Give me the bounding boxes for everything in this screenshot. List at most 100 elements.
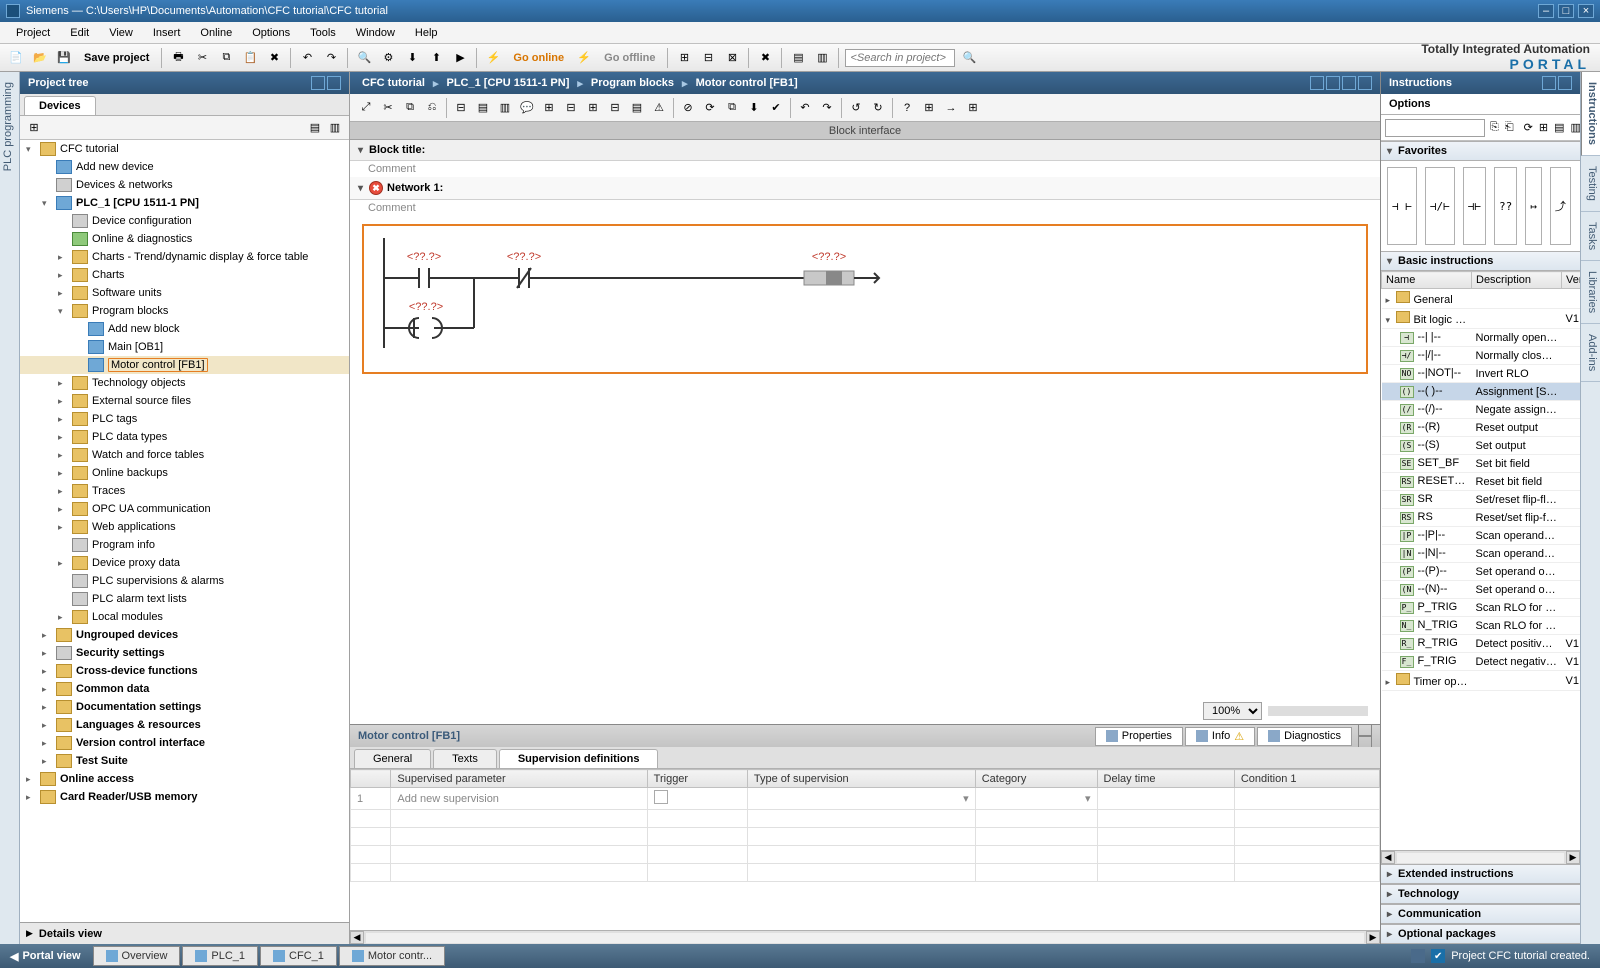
editor-tool-11-icon[interactable]: ⊞ [583, 98, 603, 118]
instr-item[interactable]: N_N_TRIGScan RLO for negative s... [1382, 617, 1581, 635]
column-header[interactable]: Supervised parameter [391, 770, 647, 788]
editor-tool-9-icon[interactable]: ⊞ [539, 98, 559, 118]
project-tree[interactable]: ▾CFC tutorialAdd new deviceDevices & net… [20, 140, 349, 922]
supervision-row[interactable]: 1 Add new supervision ▾ ▾ [351, 788, 1380, 810]
collapse-icon[interactable] [327, 76, 341, 90]
tree-item[interactable]: ▾Program blocks [20, 302, 349, 320]
instr-item[interactable]: (S--(S)Set output [1382, 437, 1581, 455]
column-header[interactable]: Type of supervision [747, 770, 975, 788]
tree-item[interactable]: Add new block [20, 320, 349, 338]
instr-item[interactable]: ()--( )--Assignment [Shift+F7] [1382, 383, 1581, 401]
editor-tool-28-icon[interactable]: ? [897, 98, 917, 118]
go-offline-button[interactable]: Go offline [598, 52, 661, 64]
menu-help[interactable]: Help [405, 27, 448, 39]
column-header[interactable]: Delay time [1097, 770, 1234, 788]
menu-view[interactable]: View [99, 27, 143, 39]
subtab-texts[interactable]: Texts [433, 749, 497, 768]
copy-icon[interactable]: ⧉ [216, 48, 236, 68]
tree-item[interactable]: ▸Card Reader/USB memory [20, 788, 349, 806]
download-icon[interactable]: ⬇ [402, 48, 422, 68]
instr-column[interactable]: Description [1472, 272, 1562, 289]
delete-icon[interactable]: ✖ [264, 48, 284, 68]
maximize-button[interactable]: □ [1558, 4, 1574, 18]
vtab-libraries[interactable]: Libraries [1581, 261, 1600, 324]
block-title-header[interactable]: ▾ Block title: [350, 140, 1380, 161]
expand-icon[interactable]: ▸ [58, 270, 68, 281]
column-header[interactable] [351, 770, 391, 788]
tree-item[interactable]: Add new device [20, 158, 349, 176]
new-project-icon[interactable]: 📄 [6, 48, 26, 68]
menu-edit[interactable]: Edit [60, 27, 99, 39]
instr-item[interactable]: R_R_TRIGDetect positive signal e...V1.0 [1382, 635, 1581, 653]
expand-icon[interactable]: ▸ [58, 252, 68, 263]
footer-tab[interactable]: PLC_1 [182, 946, 258, 966]
editor-tool-7-icon[interactable]: ▥ [495, 98, 515, 118]
search-icon[interactable]: 🔍 [354, 48, 374, 68]
block-comment[interactable]: Comment [350, 161, 1380, 177]
expand-icon[interactable]: ▸ [58, 396, 68, 407]
subtab-general[interactable]: General [354, 749, 431, 768]
zoom-slider[interactable] [1268, 706, 1368, 716]
instr-item[interactable]: (N--(N)--Set operand on negativ... [1382, 581, 1581, 599]
editor-maximize-icon[interactable] [1342, 76, 1356, 90]
editor-close-icon[interactable] [1358, 76, 1372, 90]
editor-tool-3-icon[interactable]: ⎌ [422, 98, 442, 118]
tree-item[interactable]: ▸Charts - Trend/dynamic display & force … [20, 248, 349, 266]
expand-icon[interactable]: ▸ [42, 630, 52, 641]
zoom-control[interactable]: 100% [1203, 702, 1368, 720]
instr-item[interactable]: SESET_BFSet bit field [1382, 455, 1581, 473]
split-v-icon[interactable]: ▥ [812, 48, 832, 68]
favorite-item[interactable]: ⊣/⊢ [1425, 167, 1455, 245]
basic-instructions-header[interactable]: ▾ Basic instructions [1381, 251, 1580, 271]
accordion-extended-instructions[interactable]: ▸Extended instructions [1381, 864, 1580, 884]
instr-item[interactable]: (/--(/)--Negate assignment [1382, 401, 1581, 419]
footer-tab[interactable]: Motor contr... [339, 946, 445, 966]
accordion-communication[interactable]: ▸Communication [1381, 904, 1580, 924]
tree-item[interactable]: Main [OB1] [20, 338, 349, 356]
ladder-svg[interactable]: <??.?> <??.?> <??.?> [374, 238, 1356, 358]
breadcrumb-item[interactable]: CFC tutorial [358, 77, 429, 89]
save-icon[interactable]: 💾 [54, 48, 74, 68]
accordion-optional-packages[interactable]: ▸Optional packages [1381, 924, 1580, 944]
column-header[interactable]: Category [975, 770, 1097, 788]
vtab-instructions[interactable]: Instructions [1581, 72, 1600, 156]
inspector-tab-properties[interactable]: Properties [1095, 727, 1183, 746]
editor-tool-17-icon[interactable]: ⟳ [700, 98, 720, 118]
tree-item[interactable]: ▸PLC data types [20, 428, 349, 446]
tree-item[interactable]: Device configuration [20, 212, 349, 230]
tree-item[interactable]: ▸Languages & resources [20, 716, 349, 734]
editor-tool-12-icon[interactable]: ⊟ [605, 98, 625, 118]
supervision-grid[interactable]: Supervised parameterTriggerType of super… [350, 769, 1380, 930]
upload-icon[interactable]: ⬆ [426, 48, 446, 68]
editor-float-icon[interactable] [1326, 76, 1340, 90]
editor-tool-26-icon[interactable]: ↻ [868, 98, 888, 118]
add-supervision-cell[interactable]: Add new supervision [391, 788, 647, 810]
instr-category[interactable]: ▸Timer operationsV1.0 [1382, 671, 1581, 691]
vtab-tasks[interactable]: Tasks [1581, 212, 1600, 261]
favorite-item[interactable]: ⤴ [1550, 167, 1571, 245]
expand-icon[interactable]: ▸ [58, 468, 68, 479]
expand-icon[interactable]: ▸ [42, 666, 52, 677]
tree-item[interactable]: Online & diagnostics [20, 230, 349, 248]
tree-item[interactable]: ▸PLC tags [20, 410, 349, 428]
go-online-button[interactable]: Go online [507, 52, 570, 64]
undo-icon[interactable]: ↶ [297, 48, 317, 68]
devices-tab[interactable]: Devices [24, 96, 96, 115]
collapse-icon[interactable] [1558, 76, 1572, 90]
instr-item[interactable]: F_F_TRIGDetect negative signal ...V1.0 [1382, 653, 1581, 671]
expand-icon[interactable]: ▸ [58, 288, 68, 299]
tree-item[interactable]: ▸Documentation settings [20, 698, 349, 716]
dropdown-icon[interactable]: ▾ [963, 792, 969, 805]
breadcrumb-item[interactable]: Motor control [FB1] [692, 77, 802, 89]
tree-item[interactable]: ▸Version control interface [20, 734, 349, 752]
pin-icon[interactable] [1542, 76, 1556, 90]
expand-icon[interactable]: ▸ [42, 720, 52, 731]
editor-tool-22-icon[interactable]: ↶ [795, 98, 815, 118]
instructions-table-wrap[interactable]: NameDescriptionVers...▸General▾Bit logic… [1381, 271, 1580, 850]
block-interface-bar[interactable]: Block interface [350, 122, 1380, 140]
instr-item[interactable]: SRSRSet/reset flip-flop [1382, 491, 1581, 509]
editor-body[interactable]: ▾ Block title: Comment ▾ ✖ Network 1: Co… [350, 140, 1380, 724]
trigger-checkbox[interactable] [654, 790, 668, 804]
tree-item[interactable]: ▸Common data [20, 680, 349, 698]
tree-item[interactable]: ▸Online backups [20, 464, 349, 482]
